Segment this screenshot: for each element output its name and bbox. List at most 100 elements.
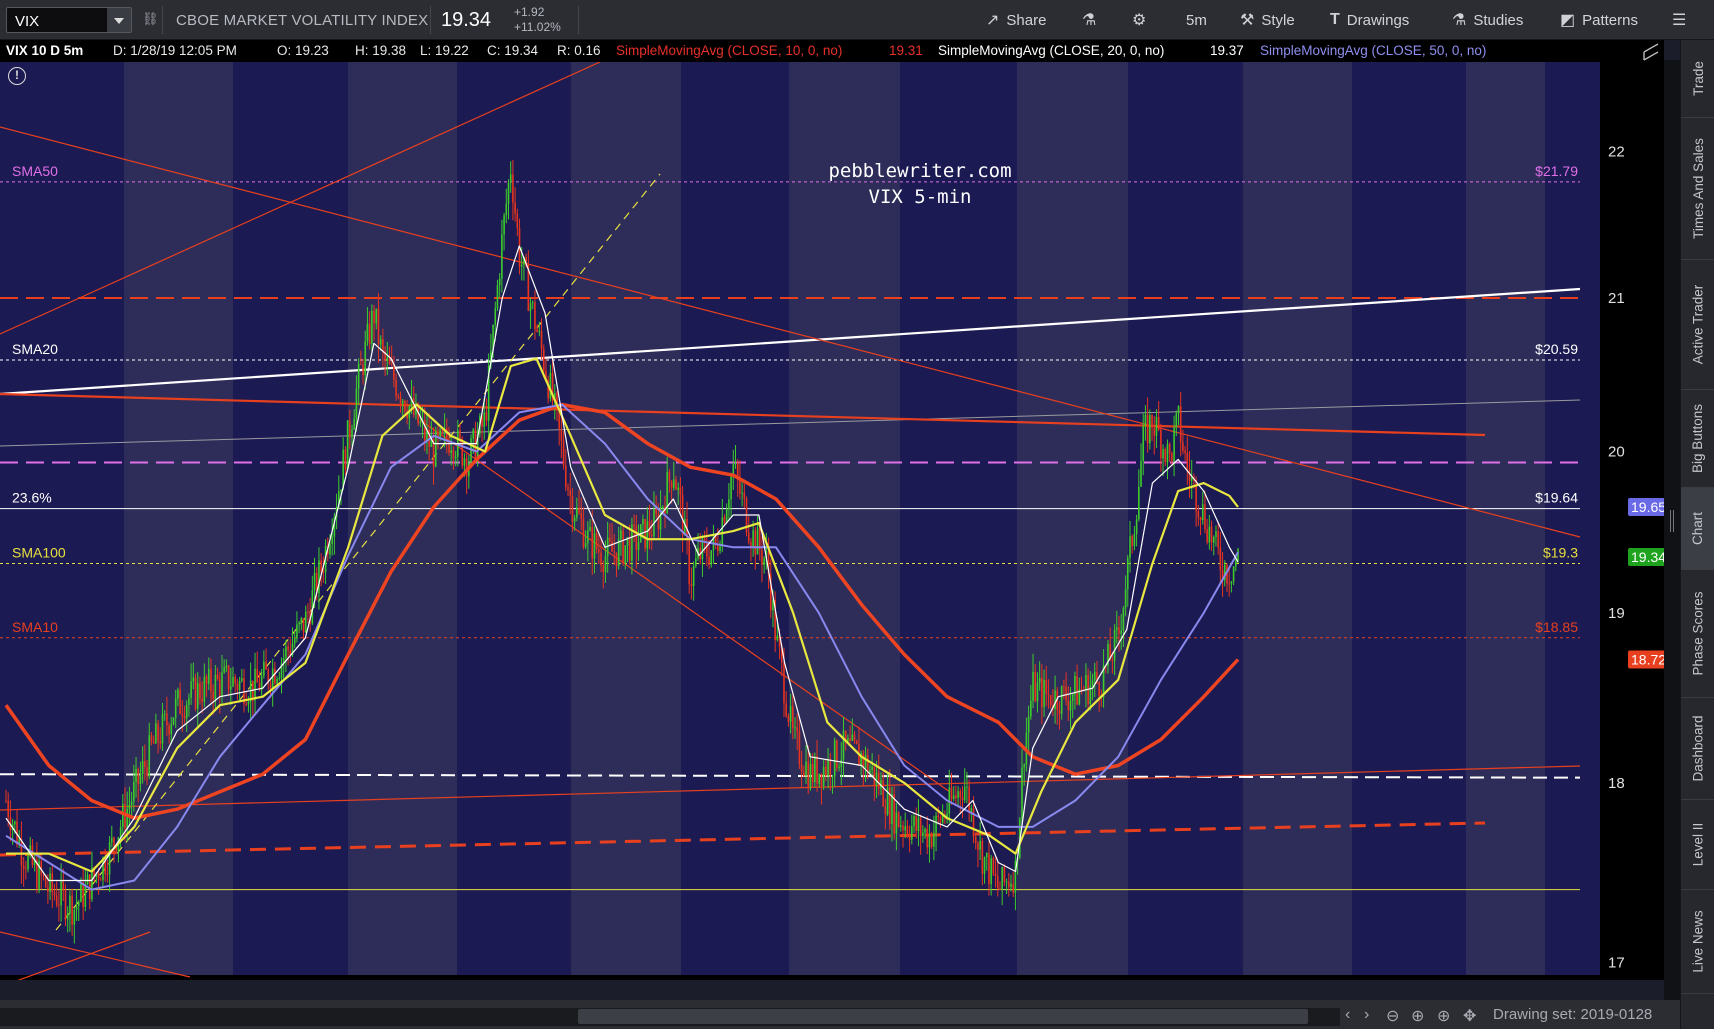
up-candle-body <box>895 812 898 834</box>
sidebar-tab-level-ii[interactable]: Level II <box>1681 800 1714 890</box>
down-candle-body <box>1228 583 1230 585</box>
studies-icon: ⚗ <box>1452 12 1467 29</box>
flask-icon: ⚗ <box>1082 12 1097 29</box>
down-candle-body <box>1058 710 1061 714</box>
up-candle-body <box>346 420 349 470</box>
up-candle-body <box>375 308 378 324</box>
up-candle-body <box>637 542 640 550</box>
zoom-reset-icon[interactable]: ⊕ <box>1411 1006 1424 1026</box>
scroll-left-icon[interactable]: ‹ <box>1345 1006 1350 1024</box>
up-candle-body <box>672 479 675 488</box>
scroll-right-icon[interactable]: › <box>1364 1006 1369 1024</box>
up-candle-body <box>1120 630 1122 634</box>
chart-canvas[interactable]: TueWedThuFriMonTueSMA50$21.79SMA20$20.59… <box>0 62 1600 980</box>
up-candle-body <box>454 456 457 459</box>
alert-icon[interactable]: ! <box>8 67 26 85</box>
up-candle-body <box>970 808 973 812</box>
up-candle-body <box>177 689 179 699</box>
price-chart[interactable]: TueWedThuFriMonTueSMA50$21.79SMA20$20.59… <box>0 62 1600 980</box>
flask-button[interactable]: ⚗ <box>1082 0 1096 40</box>
up-candle-body <box>695 558 697 566</box>
down-candle-body <box>853 734 856 741</box>
drawings-button[interactable]: T Drawings <box>1330 0 1409 40</box>
sidebar-tab-times-and-sales[interactable]: Times And Sales <box>1681 118 1714 260</box>
up-candle-body <box>329 543 331 555</box>
sidebar-tab-trade[interactable]: Trade <box>1681 40 1714 118</box>
sidebar-tab-live-news[interactable]: Live News <box>1681 890 1714 994</box>
pan-icon[interactable]: ✥ <box>1463 1006 1476 1026</box>
down-candle-body <box>877 772 880 789</box>
down-candle-body <box>1098 682 1100 697</box>
down-candle-body <box>216 674 219 680</box>
down-candle-body <box>302 618 305 633</box>
down-candle-body <box>397 396 400 398</box>
up-candle-body <box>831 776 834 778</box>
up-candle-body <box>498 278 501 286</box>
down-candle-body <box>5 800 7 802</box>
up-candle-body <box>174 698 177 718</box>
interval-button[interactable]: 5m <box>1186 0 1207 40</box>
sidebar-tab-chart[interactable]: Chart <box>1681 488 1714 570</box>
style-button[interactable]: ⚒ Style <box>1240 0 1295 40</box>
sidebar-splitter[interactable] <box>1664 60 1680 1000</box>
legend-sma10-value: 19.31 <box>889 43 923 58</box>
menu-button[interactable]: ☰ <box>1672 0 1686 40</box>
down-candle-body <box>459 430 461 439</box>
sidebar-tab-dashboard[interactable]: Dashboard <box>1681 698 1714 800</box>
down-candle-body <box>99 879 102 881</box>
up-candle-body <box>271 668 274 689</box>
down-candle-body <box>785 703 787 716</box>
down-candle-body <box>71 895 73 925</box>
studies-button[interactable]: ⚗ Studies <box>1452 0 1523 40</box>
sidebar-tab-active-trader[interactable]: Active Trader <box>1681 260 1714 390</box>
patterns-button[interactable]: ◩ Patterns <box>1560 0 1638 40</box>
down-candle-body <box>615 552 618 567</box>
up-candle-body <box>1215 531 1217 537</box>
up-candle-body <box>842 730 845 760</box>
scrollbar-thumb[interactable] <box>578 1009 1308 1024</box>
fib-value-label: $19.64 <box>1535 490 1578 506</box>
up-candle-body <box>331 536 333 544</box>
up-candle-body <box>642 519 644 525</box>
up-candle-body <box>1140 460 1142 487</box>
chevron-down-icon[interactable] <box>107 8 131 32</box>
up-candle-body <box>172 717 175 725</box>
down-candle-body <box>562 440 565 466</box>
down-candle-body <box>157 723 159 742</box>
up-candle-body <box>805 761 807 776</box>
down-candle-body <box>461 438 464 466</box>
up-candle-body <box>192 677 195 682</box>
drawing-set-label[interactable]: Drawing set: 2019-0128 <box>1493 1006 1652 1023</box>
down-candle-body <box>681 495 684 536</box>
down-candle-body <box>55 895 58 906</box>
up-candle-body <box>148 735 151 777</box>
zoom-in-icon[interactable]: ⊕ <box>1437 1006 1450 1026</box>
share-button[interactable]: ↗ Share <box>986 0 1046 40</box>
symbol-input[interactable]: VIX <box>15 13 39 30</box>
down-candle-body <box>567 486 569 490</box>
down-candle-body <box>437 431 439 437</box>
up-candle-body <box>933 832 935 847</box>
price-scale[interactable]: 22 21 20 19 18 17 19.65 19.34 18.72 <box>1600 40 1676 980</box>
settings-button[interactable]: ⚙ <box>1132 0 1146 40</box>
down-candle-body <box>688 540 691 585</box>
link-icon[interactable]: ⛓ <box>142 11 159 29</box>
down-candle-body <box>1076 675 1078 705</box>
up-candle-body <box>139 774 142 784</box>
sidebar-tab-phase-scores[interactable]: Phase Scores <box>1681 570 1714 698</box>
up-candle-body <box>1234 560 1237 567</box>
down-candle-body <box>939 817 942 823</box>
up-candle-body <box>1093 672 1096 681</box>
up-candle-body <box>494 308 497 325</box>
zoom-out-icon[interactable]: ⊖ <box>1386 1006 1399 1026</box>
down-candle-body <box>679 487 682 496</box>
down-candle-body <box>227 665 230 690</box>
down-candle-body <box>274 668 276 684</box>
symbol-selector[interactable]: VIX <box>6 7 132 33</box>
legend-open: O: 19.23 <box>277 43 329 58</box>
up-candle-body <box>833 740 836 777</box>
sidebar-tab-big-buttons[interactable]: Big Buttons <box>1681 390 1714 488</box>
down-candle-body <box>855 740 858 744</box>
up-candle-body <box>891 794 893 824</box>
up-candle-body <box>223 667 225 673</box>
